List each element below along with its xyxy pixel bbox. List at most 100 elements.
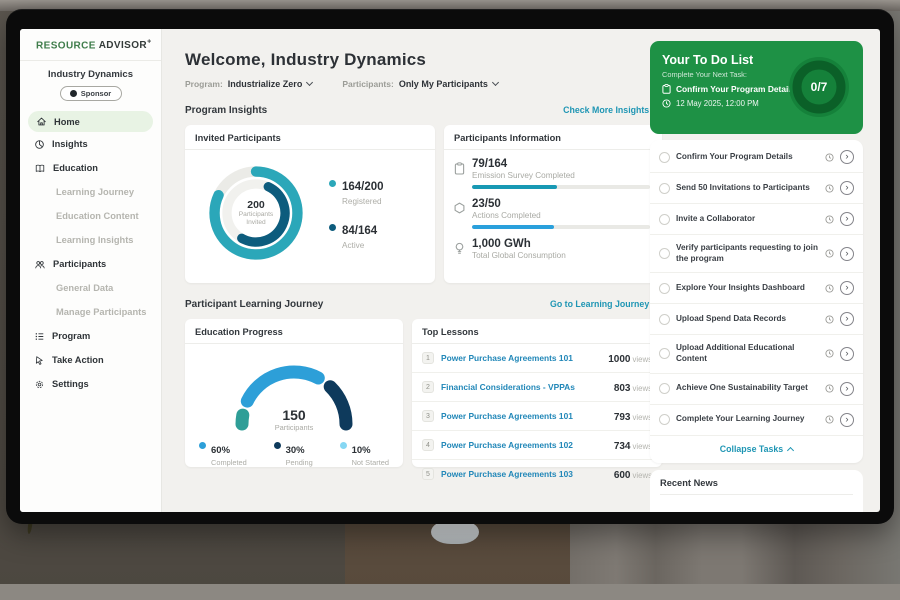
sidebar-item-learning-insights[interactable]: Learning Insights [20, 228, 161, 252]
sidebar-item-general-data[interactable]: General Data [20, 276, 161, 300]
sponsor-badge: Sponsor [60, 86, 122, 101]
education-icon [34, 163, 46, 174]
metric-value: 23/50 [472, 198, 650, 210]
lesson-link[interactable]: Power Purchase Agreements 102 [441, 440, 607, 450]
sidebar: RESOURCE ADVISOR+ Industry Dynamics Spon… [20, 29, 162, 512]
lesson-rank: 4 [422, 439, 434, 451]
scene: RESOURCE ADVISOR+ Industry Dynamics Spon… [0, 0, 900, 600]
task-label: Explore Your Insights Dashboard [676, 283, 819, 294]
task-chevron-button[interactable] [840, 281, 854, 295]
sidebar-item-take-action[interactable]: Take Action [20, 348, 161, 372]
lesson-link[interactable]: Power Purchase Agreements 103 [441, 469, 607, 479]
lesson-row: 4 Power Purchase Agreements 102 734views [412, 431, 662, 460]
task-checkbox[interactable] [659, 152, 670, 163]
lesson-row: 1 Power Purchase Agreements 101 1000view… [412, 344, 662, 373]
metric-label: Actions Completed [472, 211, 650, 220]
go-to-learning-journey-link[interactable]: Go to Learning Journey [550, 299, 662, 310]
sidebar-item-learning-journey[interactable]: Learning Journey [20, 180, 161, 204]
todo-progress-count: 0/7 [787, 55, 851, 119]
donut-legend: 164/200Registered 84/164Active [329, 177, 384, 250]
recent-news-card: Recent News [650, 470, 863, 512]
sidebar-item-education-content[interactable]: Education Content [20, 204, 161, 228]
participants-filter-dropdown[interactable]: Participants: Only My Participants [342, 79, 498, 89]
program-insights-header: Program Insights Check More Insights [185, 105, 662, 116]
lesson-link[interactable]: Financial Considerations - VPPAs [441, 382, 607, 392]
top-lessons-card: Top Lessons 1 Power Purchase Agreements … [412, 319, 662, 467]
page-title: Welcome, Industry Dynamics [185, 50, 662, 70]
gauge-legend: 60%Completed 30%Pending 10%Not Started [185, 434, 403, 467]
progress-bar [472, 225, 650, 229]
card-title: Participants Information [444, 125, 662, 150]
sidebar-item-manage-participants[interactable]: Manage Participants [20, 300, 161, 324]
card-title: Education Progress [185, 319, 403, 344]
sidebar-item-label: Education [53, 163, 98, 173]
sidebar-item-label: Education Content [56, 211, 139, 221]
metric-global-consumption: 1,000 GWh Total Global Consumption [454, 238, 650, 260]
lesson-row: 3 Power Purchase Agreements 101 793views [412, 402, 662, 431]
task-checkbox[interactable] [659, 214, 670, 225]
lesson-link[interactable]: Power Purchase Agreements 101 [441, 411, 607, 421]
lesson-link[interactable]: Power Purchase Agreements 101 [441, 353, 601, 363]
task-chevron-button[interactable] [840, 312, 854, 326]
sidebar-item-participants[interactable]: Participants [20, 252, 161, 276]
task-chevron-button[interactable] [840, 413, 854, 427]
program-filter-value: Industrialize Zero [228, 79, 303, 89]
task-label: Upload Additional Educational Content [676, 343, 819, 364]
task-chevron-button[interactable] [840, 150, 854, 164]
participants-information-card: Participants Information 79/164 Emission… [444, 125, 662, 283]
task-chevron-button[interactable] [840, 247, 854, 261]
clock-icon [825, 249, 834, 258]
learning-journey-header: Participant Learning Journey Go to Learn… [185, 299, 662, 310]
legend-completed: 60%Completed [199, 440, 247, 467]
task-checkbox[interactable] [659, 183, 670, 194]
check-more-insights-link[interactable]: Check More Insights [563, 105, 662, 116]
participants-filter-value: Only My Participants [399, 79, 488, 89]
lesson-rank: 5 [422, 468, 434, 480]
program-filter-label: Program: [185, 79, 223, 89]
task-chevron-button[interactable] [840, 382, 854, 396]
take-action-icon [34, 355, 45, 366]
task-checkbox[interactable] [659, 248, 670, 259]
task-row-upload-educational-content: Upload Additional Educational Content [650, 335, 863, 373]
legend-not-started: 10%Not Started [340, 440, 389, 467]
sidebar-item-label: Participants [53, 259, 106, 269]
sidebar-divider [20, 60, 161, 61]
monitor-bezel: RESOURCE ADVISOR+ Industry Dynamics Spon… [6, 9, 894, 524]
task-checkbox[interactable] [659, 414, 670, 425]
task-chevron-button[interactable] [840, 347, 854, 361]
todo-panel: Your To Do List Complete Your Next Task:… [650, 41, 863, 512]
task-chevron-button[interactable] [840, 181, 854, 195]
task-checkbox[interactable] [659, 314, 670, 325]
program-filter-dropdown[interactable]: Program: Industrialize Zero [185, 79, 312, 89]
legend-dot [329, 224, 336, 231]
sidebar-item-insights[interactable]: Insights [20, 132, 161, 156]
sidebar-item-label: Manage Participants [56, 307, 146, 317]
clock-icon [825, 384, 834, 393]
lesson-rank: 1 [422, 352, 434, 364]
collapse-tasks-link[interactable]: Collapse Tasks [650, 436, 863, 461]
task-checkbox[interactable] [659, 283, 670, 294]
sidebar-item-settings[interactable]: Settings [20, 372, 161, 396]
task-label: Complete Your Learning Journey [676, 414, 819, 425]
task-row-upload-spend-data: Upload Spend Data Records [650, 304, 863, 335]
metric-value: 1,000 GWh [472, 238, 650, 250]
sidebar-item-label: Program [52, 331, 90, 341]
legend-dot [199, 442, 206, 449]
sidebar-item-home[interactable]: Home [28, 111, 153, 132]
task-label: Send 50 Invitations to Participants [676, 183, 819, 194]
legend-active: 84/164Active [329, 221, 384, 250]
metric-label: Total Global Consumption [472, 251, 650, 260]
task-label: Invite a Collaborator [676, 214, 819, 225]
task-checkbox[interactable] [659, 383, 670, 394]
brand-secondary: ADVISOR+ [99, 40, 152, 51]
sidebar-item-program[interactable]: Program [20, 324, 161, 348]
sidebar-item-education[interactable]: Education [20, 156, 161, 180]
sidebar-item-label: Settings [52, 379, 89, 389]
task-checkbox[interactable] [659, 348, 670, 359]
filter-bar: Program: Industrialize Zero Participants… [185, 79, 662, 89]
metric-value: 79/164 [472, 158, 650, 170]
task-chevron-button[interactable] [840, 212, 854, 226]
card-title: Top Lessons [412, 319, 662, 344]
sidebar-item-label: Learning Journey [56, 187, 134, 197]
actions-icon [454, 202, 465, 214]
